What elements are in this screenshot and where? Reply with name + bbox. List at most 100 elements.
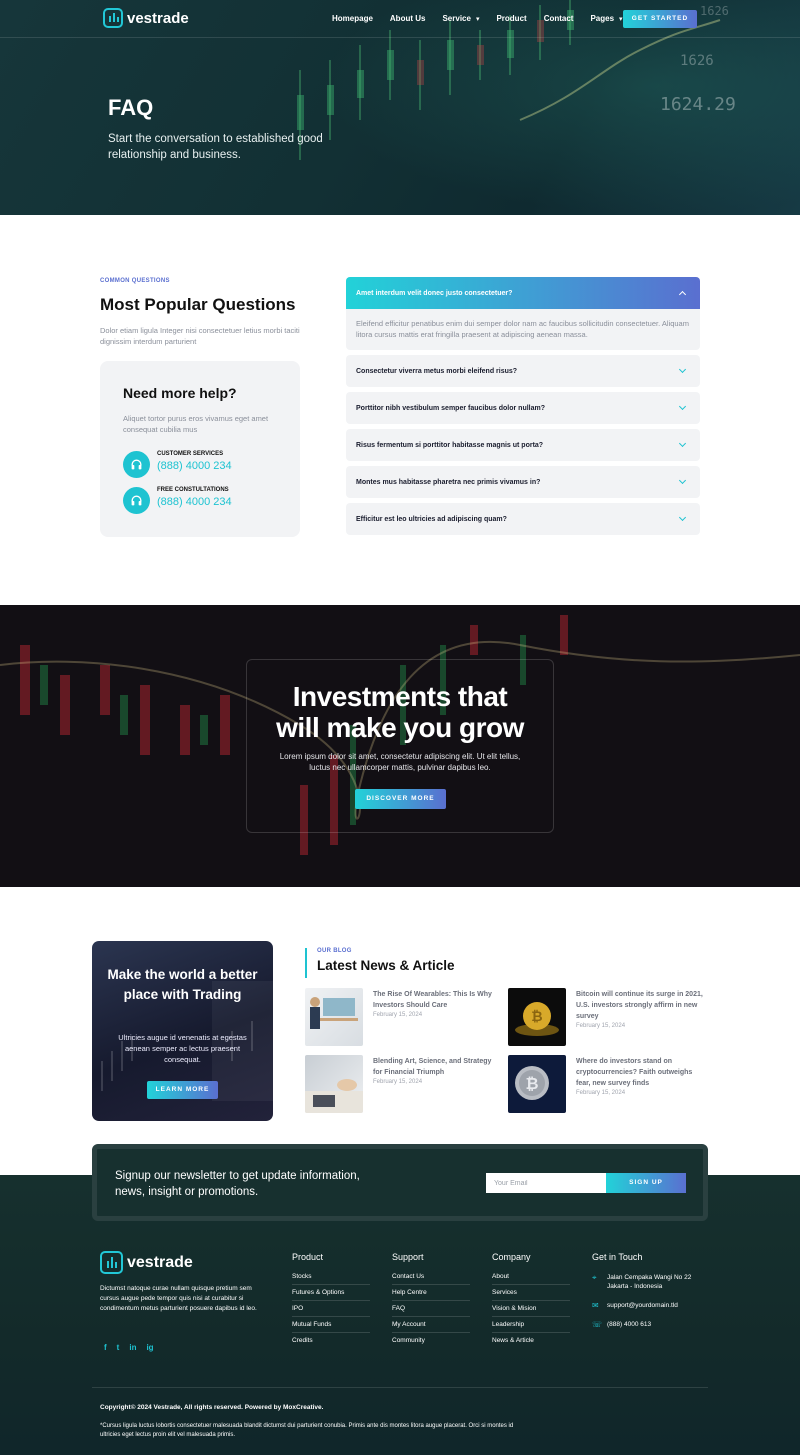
- footer-column-title: Product: [292, 1252, 324, 1262]
- footer-link[interactable]: About: [492, 1273, 570, 1285]
- contact-phone[interactable]: (888) 4000 234: [157, 496, 232, 508]
- footer-link[interactable]: IPO: [292, 1305, 370, 1317]
- newsletter-box: Signup our newsletter to get update info…: [92, 1144, 708, 1221]
- faq-question: Risus fermentum si porttitor habitasse m…: [356, 441, 544, 449]
- chevron-down-icon: [678, 439, 687, 448]
- logo-text: vestrade: [127, 9, 189, 27]
- envelope-icon: ✉: [592, 1301, 599, 1310]
- headphones-icon: [123, 451, 150, 478]
- faq-question-toggle[interactable]: Montes mus habitasse pharetra nec primis…: [346, 466, 700, 498]
- footer-link[interactable]: Help Centre: [392, 1289, 470, 1301]
- copyright: Copyright© 2024 Vestrade, All rights res…: [100, 1404, 324, 1411]
- footer-column-support: Support Contact Us Help Centre FAQ My Ac…: [392, 1252, 470, 1352]
- post-date: February 15, 2024: [373, 1012, 423, 1018]
- footer-about: Dictumst natoque curae nullam quisque pr…: [100, 1285, 257, 1312]
- contact-customer-services[interactable]: CUSTOMER SERVICES (888) 4000 234: [123, 451, 283, 479]
- faq-description: Dolor etiam ligula Integer nisi consecte…: [100, 326, 300, 346]
- footer-link[interactable]: Mutual Funds: [292, 1321, 370, 1333]
- footer-phone[interactable]: ☏ (888) 4000 613: [592, 1320, 712, 1329]
- contact-label: CUSTOMER SERVICES: [157, 451, 224, 457]
- footer-link[interactable]: FAQ: [392, 1305, 470, 1317]
- get-started-button[interactable]: GET STARTED: [623, 10, 697, 28]
- social-links: f t in ig: [104, 1343, 154, 1352]
- faq-eyebrow: COMMON QUESTIONS: [100, 278, 170, 284]
- faq-question-toggle[interactable]: Efficitur est leo ultricies ad adipiscin…: [346, 503, 700, 535]
- post-title[interactable]: The Rise Of Wearables: This Is Why Inves…: [373, 989, 501, 1011]
- nav-item-product[interactable]: Product: [496, 14, 526, 23]
- faq-item: Risus fermentum si porttitor habitasse m…: [346, 429, 700, 461]
- blog-eyebrow: OUR BLOG: [317, 948, 352, 954]
- discover-more-button[interactable]: DISCOVER MORE: [355, 789, 446, 809]
- learn-more-button[interactable]: LEARN MORE: [147, 1081, 218, 1099]
- hero-bg-number-2: 1626: [680, 53, 714, 69]
- footer-column-company: Company About Services Vision & Mision L…: [492, 1252, 570, 1352]
- post-title[interactable]: Blending Art, Science, and Strategy for …: [373, 1056, 501, 1078]
- contact-free-consultations[interactable]: FREE CONSTULTATIONS (888) 4000 234: [123, 487, 283, 515]
- linkedin-icon[interactable]: in: [129, 1343, 136, 1352]
- sign-up-button[interactable]: SIGN UP: [606, 1173, 686, 1193]
- post-date: February 15, 2024: [576, 1090, 626, 1096]
- footer-link[interactable]: Vision & Mision: [492, 1305, 570, 1317]
- help-card: Need more help? Aliquet tortor purus ero…: [100, 361, 300, 537]
- footer-column-title: Company: [492, 1252, 531, 1262]
- faq-question-toggle[interactable]: Risus fermentum si porttitor habitasse m…: [346, 429, 700, 461]
- blog-post[interactable]: ₿ Where do investors stand on cryptocurr…: [508, 1055, 703, 1113]
- faq-question-toggle[interactable]: Amet interdum velit donec justo consecte…: [346, 277, 700, 309]
- hero: 1624.29 1626 1626 vestrade Homepage Abou…: [0, 0, 800, 215]
- logo-text: vestrade: [127, 1253, 193, 1271]
- nav-item-pages[interactable]: Pages ▾: [590, 14, 622, 23]
- blog-title: Latest News & Article: [317, 958, 455, 973]
- hero-bg-number-1: 1624.29: [660, 94, 736, 115]
- faq-title: Most Popular Questions: [100, 295, 296, 314]
- footer-link[interactable]: Leadership: [492, 1321, 570, 1333]
- header-logo[interactable]: vestrade: [103, 8, 189, 28]
- trading-promo-card: Make the world a better place with Tradi…: [92, 941, 273, 1121]
- footer-logo[interactable]: vestrade: [100, 1251, 193, 1274]
- footer-email[interactable]: ✉ support@yourdomain.tld: [592, 1301, 712, 1310]
- faq-item: Amet interdum velit donec justo consecte…: [346, 277, 700, 350]
- logo-chart-icon: [100, 1251, 123, 1274]
- nav-item-contact[interactable]: Contact: [544, 14, 574, 23]
- faq-question-toggle[interactable]: Consectetur viverra metus morbi eleifend…: [346, 355, 700, 387]
- footer-get-in-touch: Get in Touch ⌖ Jalan Cempaka Wangi No 22 …: [592, 1252, 712, 1339]
- footer-link[interactable]: Stocks: [292, 1273, 370, 1285]
- newsletter-email-input[interactable]: [486, 1173, 606, 1193]
- footer-link[interactable]: Contact Us: [392, 1273, 470, 1285]
- nav-item-about-us[interactable]: About Us: [390, 14, 426, 23]
- faq-question-toggle[interactable]: Porttitor nibh vestibulum semper faucibu…: [346, 392, 700, 424]
- footer-link[interactable]: My Account: [392, 1321, 470, 1333]
- chevron-up-icon: [678, 290, 687, 299]
- blog-heading: OUR BLOG Latest News & Article: [305, 948, 455, 978]
- chevron-down-icon: [678, 402, 687, 411]
- blog-post[interactable]: The Rise Of Wearables: This Is Why Inves…: [305, 988, 500, 1046]
- nav-item-service[interactable]: Service ▾: [442, 14, 479, 23]
- faq-item: Montes mus habitasse pharetra nec primis…: [346, 466, 700, 498]
- nav-item-homepage[interactable]: Homepage: [332, 14, 373, 23]
- blog-post[interactable]: ₿ Bitcoin will continue its surge in 202…: [508, 988, 703, 1046]
- headphones-icon: [123, 487, 150, 514]
- page-subtitle: Start the conversation to established go…: [108, 133, 323, 161]
- svg-text:₿: ₿: [525, 1074, 538, 1093]
- blog-post[interactable]: Blending Art, Science, and Strategy for …: [305, 1055, 500, 1113]
- footer-link[interactable]: Futures & Options: [292, 1289, 370, 1301]
- post-thumbnail-bitcoin-gold: ₿: [508, 988, 566, 1046]
- facebook-icon[interactable]: f: [104, 1343, 107, 1352]
- post-title[interactable]: Where do investors stand on cryptocurren…: [576, 1056, 704, 1089]
- footer-note: *Cursus ligula luctus lobortis consectet…: [100, 1423, 514, 1438]
- footer-link[interactable]: Credits: [292, 1337, 370, 1348]
- contact-phone[interactable]: (888) 4000 234: [157, 460, 232, 472]
- instagram-icon[interactable]: ig: [146, 1343, 153, 1352]
- twitter-icon[interactable]: t: [117, 1343, 120, 1352]
- faq-item: Porttitor nibh vestibulum semper faucibu…: [346, 392, 700, 424]
- banner-text: Lorem ipsum dolor sit amet, consectetur …: [279, 752, 521, 772]
- faq-question: Efficitur est leo ultricies ad adipiscin…: [356, 515, 507, 523]
- footer-link[interactable]: Community: [392, 1337, 470, 1348]
- chevron-down-icon: ▾: [475, 16, 480, 23]
- footer-link[interactable]: Services: [492, 1289, 570, 1301]
- footer-divider: [92, 1387, 708, 1388]
- newsletter-text: Signup our newsletter to get update info…: [115, 1170, 360, 1198]
- footer-link[interactable]: News & Article: [492, 1337, 570, 1348]
- post-title[interactable]: Bitcoin will continue its surge in 2021,…: [576, 989, 704, 1022]
- investments-banner: Investments that will make you grow Lorem…: [0, 605, 800, 887]
- faq-accordion: Amet interdum velit donec justo consecte…: [346, 277, 700, 540]
